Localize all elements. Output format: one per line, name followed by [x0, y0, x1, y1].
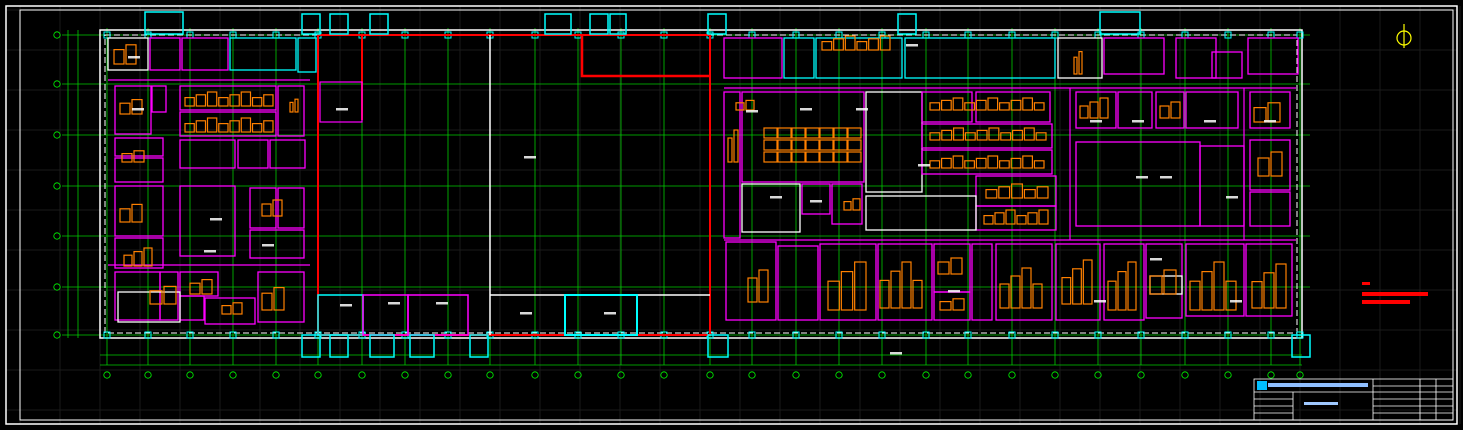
room-tag-mark: [746, 110, 758, 113]
room-tag-mark: [906, 44, 918, 47]
legend-swatch-3: [1362, 300, 1410, 304]
legend-swatch-2: [1362, 292, 1428, 296]
title-block-title-mark: [1304, 402, 1338, 405]
room-tag-mark: [128, 56, 140, 59]
room-tag-mark: [1160, 176, 1172, 179]
room-tag-mark: [520, 312, 532, 315]
room-tag-mark: [890, 352, 902, 355]
room-tag-mark: [1150, 258, 1162, 261]
room-tag-mark: [524, 156, 536, 159]
room-tag-mark: [1132, 120, 1144, 123]
room-tag-mark: [1226, 196, 1238, 199]
room-tag-mark: [204, 250, 216, 253]
room-tag-mark: [436, 302, 448, 305]
room-tag-mark: [1136, 176, 1148, 179]
room-tag-mark: [1230, 300, 1242, 303]
room-tag-mark: [1094, 300, 1106, 303]
room-tag-mark: [948, 290, 960, 293]
room-tag-mark: [770, 196, 782, 199]
room-tag-mark: [1090, 120, 1102, 123]
room-tag-mark: [262, 244, 274, 247]
room-tag-mark: [388, 302, 400, 305]
room-tag-mark: [918, 164, 930, 167]
room-tag-mark: [132, 108, 144, 111]
room-tag-mark: [336, 108, 348, 111]
room-tag-mark: [604, 312, 616, 315]
room-tag-mark: [800, 108, 812, 111]
room-tag-mark: [340, 304, 352, 307]
room-tag-mark: [856, 108, 868, 111]
cad-floor-plan-drawing: [0, 0, 1463, 430]
room-tag-mark: [810, 200, 822, 203]
room-tag-mark: [1264, 120, 1276, 123]
room-tag-mark: [1204, 120, 1216, 123]
legend-swatch-1: [1362, 282, 1370, 285]
room-tag-mark: [210, 218, 222, 221]
